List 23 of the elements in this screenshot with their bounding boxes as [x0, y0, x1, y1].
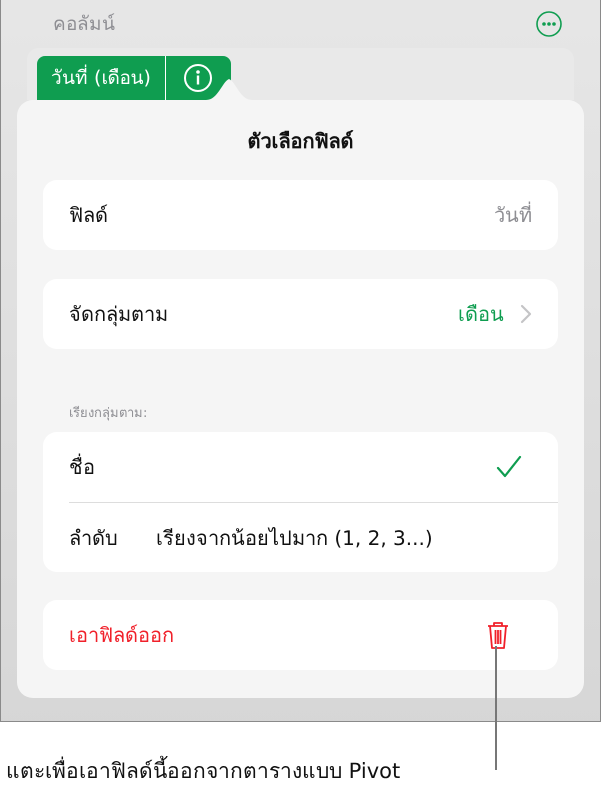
section-label: เรียงกลุ่มตาม: — [69, 406, 148, 421]
sort-option[interactable]: ชื่อ — [43, 432, 558, 502]
remove-label: เอาฟิลด์ออก — [69, 622, 174, 648]
option-label: ชื่อ — [69, 452, 95, 480]
field-pill[interactable]: วันที่ (เดือน) — [37, 56, 165, 100]
row-value: วันที่ — [494, 200, 532, 229]
more-icon[interactable] — [536, 11, 562, 37]
row-label: ฟิลด์ — [69, 202, 108, 229]
trash-icon[interactable] — [486, 620, 510, 648]
row-label: จัดกลุ่มตาม — [69, 301, 168, 328]
option-label: ลำดับ — [69, 524, 118, 552]
popover-title: ตัวเลือกฟิลด์ — [248, 129, 354, 153]
info-icon — [182, 62, 214, 94]
remove-field-row[interactable]: เอาฟิลด์ออก — [43, 600, 558, 670]
sort-option[interactable]: ลำดับ เรียงจากน้อยไปมาก (1, 2, 3...) — [43, 502, 558, 572]
option-value: เรียงจากน้อยไปมาก (1, 2, 3...) — [156, 524, 433, 552]
chevron-icon — [520, 304, 532, 324]
settings-row[interactable]: ฟิลด์ วันที่ — [43, 180, 558, 250]
settings-row[interactable]: จัดกลุ่มตาม เดือน — [43, 279, 558, 349]
info-button[interactable] — [164, 56, 231, 100]
row-value: เดือน — [458, 301, 504, 328]
callout-text: แตะเพื่อเอาฟิลด์นี้ออกจากตารางแบบ Pivot — [0, 756, 601, 788]
section-title: คอลัมน์ — [53, 12, 115, 37]
